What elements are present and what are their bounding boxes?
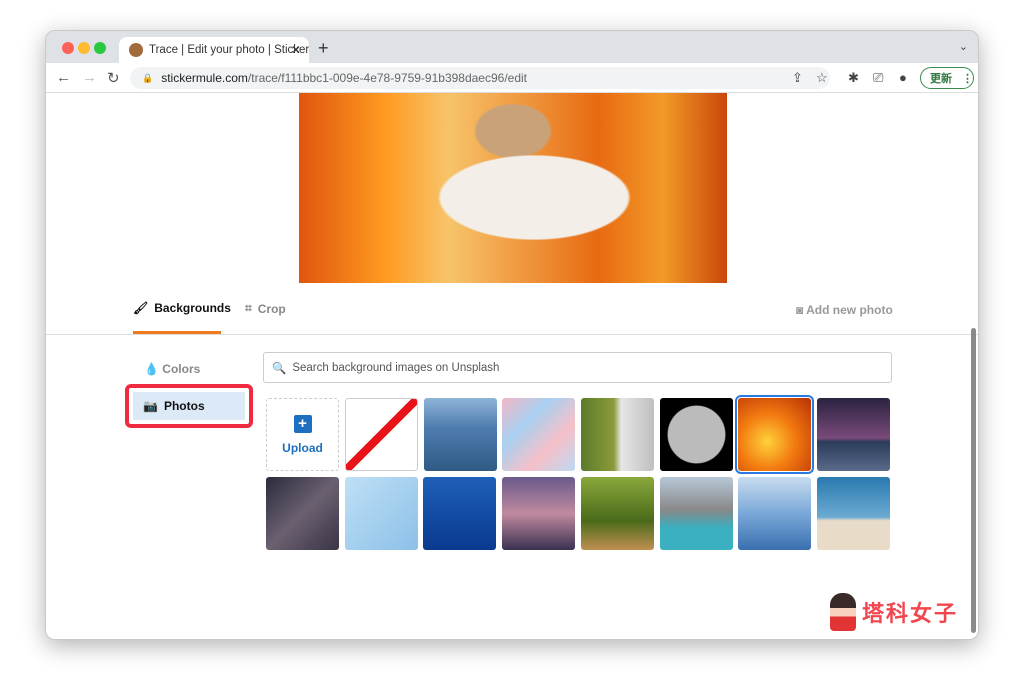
favicon-icon (129, 43, 143, 57)
sidebar-item-colors[interactable]: 💧 Colors (144, 362, 200, 376)
background-photo-tile[interactable] (735, 395, 814, 474)
photo-preview (299, 93, 727, 283)
background-photo-tile[interactable] (344, 477, 418, 550)
address-bar-row: ← → ↻ 🔒 stickermule.com/trace/f111bbc1-0… (46, 63, 978, 93)
extensions-icon[interactable]: ✱ (848, 70, 859, 86)
background-photo-tile[interactable] (502, 477, 576, 550)
browser-tab[interactable]: Trace | Edit your photo | Sticker ✕ (119, 37, 309, 63)
camera-icon: 📷 (143, 399, 158, 413)
background-photo-tile[interactable] (266, 477, 339, 550)
background-photo-tile[interactable] (423, 477, 497, 550)
background-photo-tile[interactable] (502, 398, 575, 471)
search-input[interactable]: 🔍 Search background images on Unsplash (263, 352, 892, 383)
background-photo-tile[interactable] (817, 398, 890, 471)
watermark-text: 塔科女子 (862, 601, 959, 626)
upload-label: Upload (282, 440, 323, 455)
sidebar-item-photos[interactable]: 📷 Photos (125, 384, 253, 428)
upload-button[interactable]: + Upload (266, 398, 339, 471)
url-field[interactable]: 🔒 stickermule.com/trace/f111bbc1-009e-4e… (130, 67, 830, 89)
lock-icon: 🔒 (142, 72, 154, 83)
tab-backgrounds[interactable]: 🖌 Backgrounds (133, 301, 231, 315)
bookmark-star-icon[interactable]: ☆ (816, 70, 828, 86)
share-icon[interactable]: ⇪ (792, 70, 803, 86)
maximize-button[interactable] (94, 42, 106, 54)
menu-icon[interactable]: ⋮ (962, 72, 973, 85)
close-window-button[interactable] (62, 42, 74, 54)
crop-icon: ⌗ (245, 301, 252, 315)
minimize-button[interactable] (78, 42, 90, 54)
background-photo-tile[interactable] (738, 477, 812, 550)
background-photo-tile[interactable] (424, 398, 497, 471)
background-photo-tile[interactable] (580, 477, 654, 550)
brush-icon: 🖌 (133, 301, 149, 315)
page-content: 🖌 Backgrounds ⌗ Crop ◙ Add new photo 💧 Col… (46, 93, 978, 639)
profile-avatar[interactable]: ● (899, 70, 907, 85)
add-photo-label: Add new photo (806, 303, 893, 317)
cast-icon[interactable]: ⎚ (873, 70, 883, 86)
scrollbar[interactable] (971, 328, 976, 633)
no-background-tile[interactable] (345, 398, 418, 471)
tab-label: Backgrounds (154, 301, 231, 315)
tab-bar: Trace | Edit your photo | Sticker ✕ + ⌄ (46, 31, 978, 63)
search-icon: 🔍 (272, 362, 287, 375)
plus-icon: + (293, 414, 312, 433)
new-tab-button[interactable]: + (318, 38, 329, 59)
divider (46, 334, 978, 335)
sidebar-label: Photos (163, 399, 205, 413)
tab-crop[interactable]: ⌗ Crop (245, 301, 286, 316)
tab-label: Crop (257, 301, 286, 316)
tab-title: Trace | Edit your photo | Sticker (149, 44, 309, 56)
add-new-photo-button[interactable]: ◙ Add new photo (796, 303, 893, 317)
drop-icon: 💧 (144, 362, 159, 376)
forward-icon[interactable]: → (82, 69, 97, 86)
background-photo-tile[interactable] (660, 398, 733, 471)
background-photo-tile[interactable] (816, 477, 890, 550)
girl-mascot-icon (830, 593, 856, 631)
background-photo-tile[interactable] (659, 477, 733, 550)
search-placeholder: Search background images on Unsplash (292, 361, 500, 374)
browser-window: Trace | Edit your photo | Sticker ✕ + ⌄ … (45, 30, 979, 640)
url-path: /trace/f111bbc1-009e-4e78-9759-91b398dae… (247, 71, 528, 85)
update-label: 更新 (930, 73, 952, 85)
reload-icon[interactable]: ↻ (107, 69, 120, 87)
watermark-logo: 塔科女子 (830, 593, 958, 631)
close-tab-icon[interactable]: ✕ (291, 43, 301, 57)
back-icon[interactable]: ← (56, 69, 71, 86)
background-photo-tile[interactable] (581, 398, 654, 471)
update-button[interactable]: 更新 ⋮ (920, 67, 974, 89)
sidebar-label: Colors (162, 362, 201, 376)
url-domain: stickermule.com (161, 71, 248, 85)
tab-search-chevron-icon[interactable]: ⌄ (959, 40, 968, 53)
